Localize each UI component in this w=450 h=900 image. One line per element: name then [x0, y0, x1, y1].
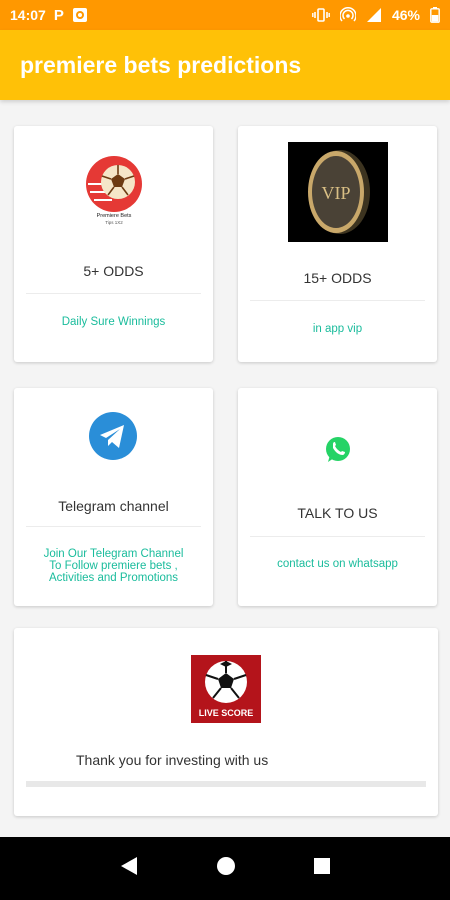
back-icon — [120, 857, 137, 875]
telegram-link-line1: Join Our Telegram Channel — [43, 548, 184, 560]
card-divider — [250, 536, 425, 537]
whatsapp-card[interactable]: TALK TO US contact us on whatsapp — [238, 388, 437, 606]
recents-icon — [314, 858, 331, 874]
odds-15-title: 15+ ODDS — [303, 270, 372, 286]
livescore-card[interactable]: LIVE SCORE Thank you for investing with … — [14, 628, 438, 816]
vibrate-icon — [312, 8, 330, 22]
status-time: 14:07 — [10, 7, 46, 23]
telegram-icon — [89, 412, 137, 460]
home-icon — [216, 857, 235, 875]
card-divider — [26, 293, 201, 294]
odds-5-title: 5+ ODDS — [83, 263, 144, 279]
telegram-link-line3: Activities and Promotions — [48, 572, 179, 584]
battery-icon — [430, 7, 440, 23]
daily-sure-winnings-link[interactable]: Daily Sure Winnings — [14, 316, 213, 328]
premiere-bets-logo: Premiere Bets Tips 1X2 — [84, 154, 144, 226]
odds-15-card[interactable]: VIP 15+ ODDS in app vip — [238, 126, 437, 362]
card-divider — [26, 526, 201, 527]
status-bar: 14:07 P 46% — [0, 0, 450, 30]
camera-app-icon — [72, 7, 88, 23]
telegram-link[interactable]: Join Our Telegram Channel To Follow prem… — [14, 548, 213, 586]
app-bar: premiere bets predictions — [0, 30, 450, 100]
p-notification-icon: P — [53, 6, 64, 24]
telegram-card[interactable]: Telegram channel Join Our Telegram Chann… — [14, 388, 213, 606]
odds-5-card[interactable]: Premiere Bets Tips 1X2 5+ ODDS Daily Sur… — [14, 126, 213, 362]
card-divider — [250, 300, 425, 301]
livescore-logo: LIVE SCORE — [191, 655, 261, 723]
vip-text: VIP — [321, 183, 350, 203]
logo-subtext: Tips 1X2 — [105, 220, 123, 225]
app-title: premiere bets predictions — [20, 51, 302, 78]
thank-you-message: Thank you for investing with us — [76, 752, 269, 768]
signal-icon — [366, 7, 382, 23]
logo-text: Premiere Bets — [96, 213, 132, 219]
back-button[interactable] — [119, 855, 139, 882]
livescore-text: LIVE SCORE — [198, 708, 254, 718]
telegram-link-line2: To Follow premiere bets , — [49, 560, 178, 572]
progress-bar — [26, 781, 426, 787]
recents-button[interactable] — [313, 857, 331, 880]
talk-to-us-title: TALK TO US — [297, 505, 378, 521]
whatsapp-contact-link[interactable]: contact us on whatsapp — [238, 558, 437, 570]
hotspot-icon — [339, 7, 356, 23]
home-button[interactable] — [216, 856, 236, 881]
telegram-title: Telegram channel — [58, 498, 169, 514]
battery-percent: 46% — [391, 7, 420, 23]
navigation-bar — [0, 837, 450, 900]
whatsapp-icon — [324, 436, 352, 464]
vip-coin-logo: VIP — [288, 142, 388, 242]
in-app-vip-link[interactable]: in app vip — [238, 323, 437, 335]
